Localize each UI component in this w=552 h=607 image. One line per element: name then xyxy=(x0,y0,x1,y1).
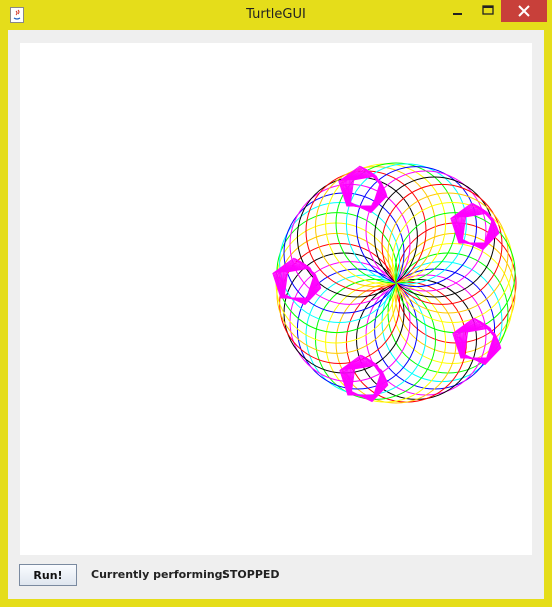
status-label: Currently performing: xyxy=(91,568,227,581)
minimize-icon xyxy=(453,13,462,15)
turtle-gui-window: TurtleGUI Run! Currently performing: STO… xyxy=(0,0,552,607)
minimize-button[interactable] xyxy=(443,0,477,22)
close-icon xyxy=(518,5,530,17)
client-area: Run! Currently performing: STOPPED xyxy=(8,30,544,599)
pentagon-cluster xyxy=(338,165,388,214)
maximize-button[interactable] xyxy=(474,0,500,22)
pentagon-cluster xyxy=(339,354,389,403)
title-bar: TurtleGUI xyxy=(0,0,552,30)
status-bar: Run! Currently performing: STOPPED xyxy=(8,560,544,590)
close-button[interactable] xyxy=(501,0,547,22)
run-button[interactable]: Run! xyxy=(19,564,77,586)
status-value: STOPPED xyxy=(222,568,280,581)
turtle-drawing-canvas[interactable] xyxy=(20,43,532,555)
